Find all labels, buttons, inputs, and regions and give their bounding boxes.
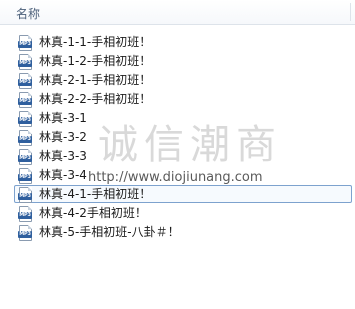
mp3-file-icon: MP3 (18, 168, 33, 184)
file-name: 林真-1-2-手相初班！ (39, 54, 152, 68)
file-name: 林真-1-1-手相初班！ (39, 35, 152, 49)
mp3-file-icon: MP3 (18, 187, 33, 203)
file-name: 林真-3-4 (39, 168, 87, 182)
file-name: 林真-4-2手相初班！ (39, 206, 147, 220)
mp3-file-icon: MP3 (18, 130, 33, 146)
column-divider[interactable] (350, 3, 351, 21)
file-row[interactable]: MP3 林真-3-1 (14, 109, 352, 127)
file-row[interactable]: MP3 林真-4-2手相初班！ (14, 204, 352, 222)
file-name: 林真-2-1-手相初班！ (39, 73, 152, 87)
mp3-file-icon: MP3 (18, 73, 33, 89)
file-row[interactable]: MP3 林真-2-2-手相初班！ (14, 90, 352, 108)
file-row[interactable]: MP3 林真-1-2-手相初班！ (14, 52, 352, 70)
file-row[interactable]: MP3 林真-2-1-手相初班！ (14, 71, 352, 89)
file-name: 林真-4-1-手相初班！ (39, 187, 152, 201)
file-row[interactable]: MP3 林真-3-3 (14, 147, 352, 165)
file-row[interactable]: MP3 林真-3-4 (14, 166, 352, 184)
mp3-file-icon: MP3 (18, 54, 33, 70)
mp3-file-icon: MP3 (18, 149, 33, 165)
mp3-file-icon: MP3 (18, 225, 33, 241)
name-column-header[interactable]: 名称 (16, 5, 40, 22)
column-header-row: 名称 (0, 0, 355, 25)
file-name: 林真-3-2 (39, 130, 87, 144)
file-name: 林真-3-1 (39, 111, 87, 125)
file-row-selected[interactable]: MP3 林真-4-1-手相初班！ (14, 185, 352, 203)
mp3-file-icon: MP3 (18, 35, 33, 51)
file-name: 林真-3-3 (39, 149, 87, 163)
mp3-file-icon: MP3 (18, 206, 33, 222)
mp3-file-icon: MP3 (18, 92, 33, 108)
file-row[interactable]: MP3 林真-3-2 (14, 128, 352, 146)
mp3-file-icon: MP3 (18, 111, 33, 127)
file-name: 林真-2-2-手相初班！ (39, 92, 152, 106)
file-explorer-window: 名称 MP3 林真-1-1-手相初班！ MP3 林真-1-2-手相初班！ MP3… (0, 0, 355, 309)
file-row[interactable]: MP3 林真-1-1-手相初班！ (14, 33, 352, 51)
file-name: 林真-5-手相初班-八卦＃！ (39, 225, 180, 239)
file-row[interactable]: MP3 林真-5-手相初班-八卦＃！ (14, 223, 352, 241)
